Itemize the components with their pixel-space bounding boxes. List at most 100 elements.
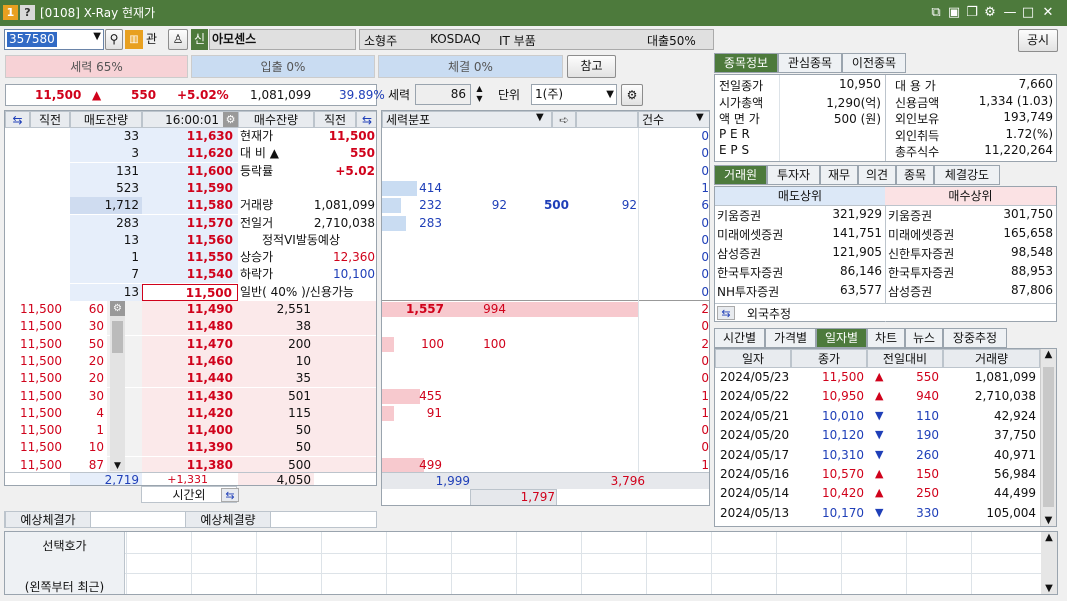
tab-broker_tabs-3[interactable]: 의견 xyxy=(858,165,896,185)
restore-icon[interactable]: ⧉ xyxy=(928,4,944,21)
swap-icon[interactable]: ⇆ xyxy=(5,111,30,128)
ask-qty[interactable]: 13 xyxy=(70,283,142,301)
ask-qty[interactable]: 131 xyxy=(70,162,142,180)
app-number-icon[interactable]: 1 xyxy=(3,5,18,20)
bid-price[interactable]: 11,400 xyxy=(142,422,238,440)
ask-qty[interactable]: 1,712 xyxy=(70,197,142,215)
ask-price[interactable]: 11,600 xyxy=(142,162,238,180)
ask-price[interactable]: 11,560 xyxy=(142,231,238,249)
chevron-down-icon[interactable]: ▼ xyxy=(93,31,101,42)
tab-broker_tabs-4[interactable]: 종목 xyxy=(896,165,934,185)
tab-daily_tabs-3[interactable]: 차트 xyxy=(867,328,905,348)
chevron-down-icon[interactable]: ▼ xyxy=(696,112,704,123)
tab-broker_tabs-0[interactable]: 거래원 xyxy=(714,165,767,185)
unit-select[interactable]: 1(주) ▼ xyxy=(531,84,617,105)
gear-icon[interactable]: ⚙ xyxy=(223,112,238,127)
minimize-icon[interactable]: — xyxy=(1002,4,1018,21)
scroll-up-icon[interactable]: ▲ xyxy=(1041,349,1056,360)
close-icon[interactable]: ✕ xyxy=(1040,4,1056,21)
help-icon[interactable]: ? xyxy=(20,5,35,20)
export-icon[interactable]: ➪ xyxy=(552,111,576,128)
scroll-up-icon[interactable]: ▲ xyxy=(1041,532,1057,543)
ask-qty[interactable]: 1 xyxy=(70,249,142,267)
ask-qty[interactable]: 3 xyxy=(70,145,142,163)
bid-qty[interactable]: 200 xyxy=(238,335,314,353)
chevron-down-icon[interactable]: ▼ xyxy=(536,112,544,123)
ask-price[interactable]: 11,550 xyxy=(142,249,238,267)
bid-price[interactable]: 11,470 xyxy=(142,335,238,353)
ask-price[interactable]: 11,570 xyxy=(142,214,238,232)
swap-icon[interactable]: ⇆ xyxy=(221,488,239,502)
bid-price[interactable]: 11,480 xyxy=(142,318,238,336)
bid-qty[interactable]: 50 xyxy=(238,439,314,457)
bid-price[interactable]: 11,430 xyxy=(142,387,238,405)
bid-price[interactable]: 11,460 xyxy=(142,352,238,370)
search-icon[interactable]: ⚲ xyxy=(105,29,123,50)
code-input[interactable]: 357580 ▼ xyxy=(4,29,104,50)
swap-icon[interactable]: ⇆ xyxy=(717,306,735,320)
kw-label[interactable]: 관 xyxy=(146,29,157,50)
bid-price[interactable]: 11,490 xyxy=(142,301,238,318)
ask-price[interactable]: 11,590 xyxy=(142,179,238,197)
book-icon[interactable]: ▥ xyxy=(125,30,143,49)
ask-row: 3 11,620 대 비 ▲ 550 xyxy=(5,145,376,163)
ask-qty[interactable]: 7 xyxy=(70,266,142,284)
scroll-down-icon[interactable]: ▼ xyxy=(1041,583,1057,594)
bid-prev2 xyxy=(314,318,376,336)
bottom-scrollbar[interactable]: ▲ ▼ xyxy=(1041,532,1057,594)
tab-info_tabs-0[interactable]: 종목정보 xyxy=(714,53,778,73)
tab-daily_tabs-5[interactable]: 장중추정 xyxy=(943,328,1007,348)
ask-price[interactable]: 11,620 xyxy=(142,145,238,163)
bid-price[interactable]: 11,440 xyxy=(142,370,238,388)
bid-price[interactable]: 11,390 xyxy=(142,439,238,457)
bid-price[interactable]: 11,420 xyxy=(142,404,238,422)
ask-price[interactable]: 11,630 xyxy=(142,128,238,145)
ask-qty[interactable]: 13 xyxy=(70,231,142,249)
sell-broker-name: NH투자증권 xyxy=(717,285,780,299)
bid-prev: 11,500 xyxy=(5,370,65,388)
disclosure-button[interactable]: 공시 xyxy=(1018,29,1058,52)
camera-icon[interactable]: ▣ xyxy=(946,4,962,21)
gear-icon[interactable]: ⚙ xyxy=(110,301,125,316)
bid-qty[interactable]: 115 xyxy=(238,404,314,422)
bid-qty[interactable]: 38 xyxy=(238,318,314,336)
bid-qty[interactable]: 35 xyxy=(238,370,314,388)
swap-icon[interactable]: ⇆ xyxy=(356,111,376,128)
info-left-value: 10,950 xyxy=(839,77,881,91)
bid-qty[interactable]: 10 xyxy=(238,352,314,370)
tab-daily_tabs-0[interactable]: 시간별 xyxy=(714,328,765,348)
tab-daily_tabs-1[interactable]: 가격별 xyxy=(765,328,816,348)
gear-icon[interactable]: ⚙ xyxy=(982,4,998,21)
tab-broker_tabs-1[interactable]: 투자자 xyxy=(767,165,820,185)
ask-price[interactable]: 11,500 xyxy=(142,283,238,301)
tab-info_tabs-2[interactable]: 이전종목 xyxy=(842,53,906,73)
tab-broker_tabs-2[interactable]: 재무 xyxy=(820,165,858,185)
ask-qty[interactable]: 33 xyxy=(70,128,142,145)
tab-broker_tabs-5[interactable]: 체결강도 xyxy=(934,165,1000,185)
info-right-value: 1.72(%) xyxy=(1005,126,1053,141)
chevron-down-icon[interactable]: ▼ xyxy=(110,461,125,471)
tab-daily_tabs-2[interactable]: 일자별 xyxy=(816,328,867,348)
ask-qty[interactable]: 523 xyxy=(70,179,142,197)
ask-qty[interactable]: 283 xyxy=(70,214,142,232)
spinner-arrows-icon[interactable]: ▲ ▼ xyxy=(472,84,487,105)
copy-icon[interactable]: ❐ xyxy=(964,4,980,21)
bid-scrollbar[interactable]: ⚙ ▼ xyxy=(110,301,125,471)
maximize-icon[interactable]: □ xyxy=(1020,4,1036,21)
scroll-down-icon[interactable]: ▼ xyxy=(1041,515,1056,526)
settings-gear-icon[interactable]: ⚙ xyxy=(621,84,643,106)
tab-daily_tabs-4[interactable]: 뉴스 xyxy=(905,328,943,348)
reference-button[interactable]: 참고 xyxy=(567,55,616,78)
power-spinner[interactable]: 86 xyxy=(415,84,471,105)
tab-info_tabs-1[interactable]: 관심종목 xyxy=(778,53,842,73)
bid-qty[interactable]: 2,551 xyxy=(238,301,314,318)
daily-scrollbar[interactable]: ▲ ▼ xyxy=(1040,349,1056,526)
bid-qty[interactable]: 50 xyxy=(238,422,314,440)
person-icon[interactable]: ♙ xyxy=(168,29,188,50)
ask-price[interactable]: 11,580 xyxy=(142,197,238,215)
scroll-thumb[interactable] xyxy=(112,321,123,353)
scroll-thumb[interactable] xyxy=(1043,367,1054,507)
buy-broker-name: 키움증권 xyxy=(888,209,933,223)
bid-qty[interactable]: 501 xyxy=(238,387,314,405)
ask-price[interactable]: 11,540 xyxy=(142,266,238,284)
